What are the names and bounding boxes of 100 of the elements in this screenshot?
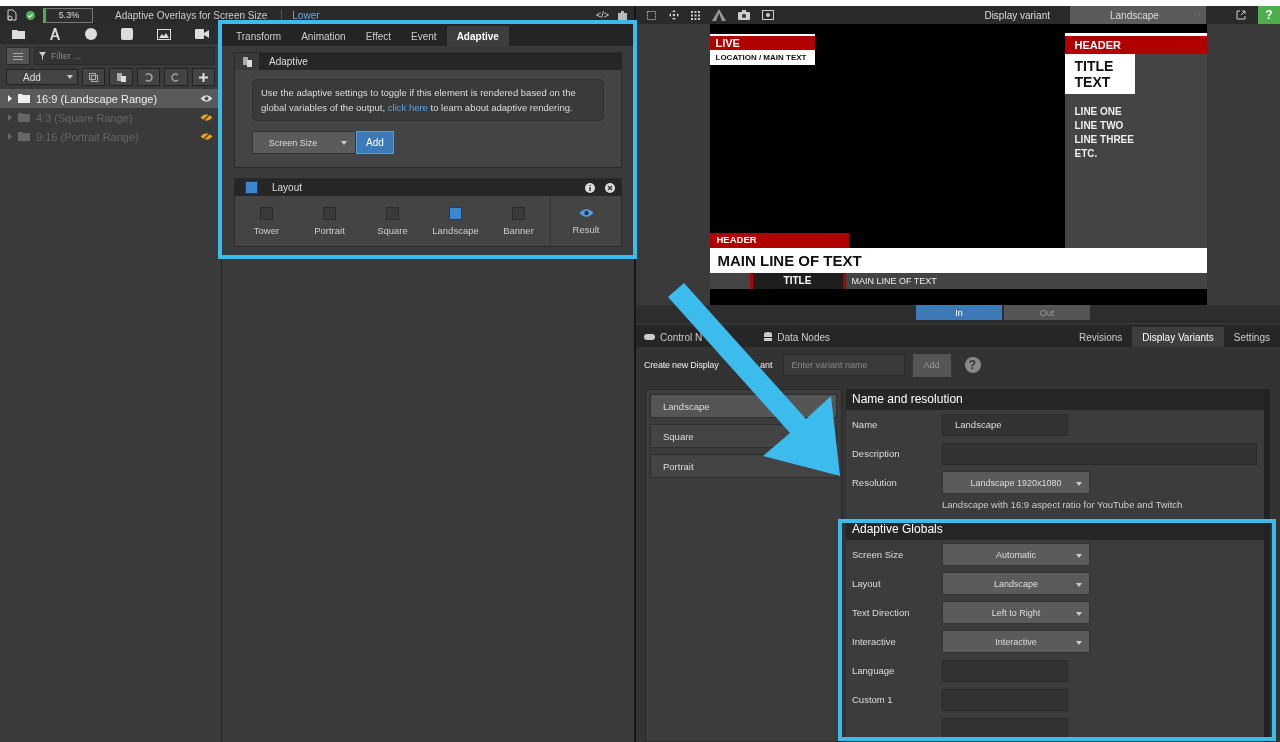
checkbox[interactable]: [386, 206, 399, 220]
frame-icon[interactable]: [646, 9, 657, 21]
undo-button[interactable]: [136, 68, 161, 86]
display-variant-dropdown[interactable]: Landscape: [1070, 6, 1206, 24]
list-view-button[interactable]: [6, 47, 30, 65]
caret-icon: [67, 75, 73, 79]
tab[interactable]: Transform: [226, 26, 292, 46]
dropdown[interactable]: Automatic: [942, 543, 1090, 566]
checkbox[interactable]: [449, 206, 462, 220]
tab[interactable]: Settings: [1223, 327, 1280, 347]
sidebar-title: TITLE TEXT: [1064, 54, 1135, 94]
redo-button[interactable]: [164, 68, 188, 86]
move-icon[interactable]: [669, 10, 679, 20]
dropdown[interactable]: Left to Right: [942, 601, 1090, 624]
tab[interactable]: Effect: [355, 26, 402, 46]
close-icon[interactable]: [605, 182, 615, 193]
screen-size-dropdown[interactable]: Screen Size: [252, 131, 356, 154]
database-icon: [764, 332, 773, 342]
option-label: Banner: [503, 224, 534, 236]
code-button[interactable]: </>: [596, 10, 609, 20]
add-dropdown[interactable]: Add: [6, 69, 78, 85]
copy-icon: [89, 72, 99, 82]
sidebar-line: ETC.: [1074, 148, 1099, 159]
list-icon: [13, 52, 23, 60]
redo-icon: [171, 72, 181, 82]
tab[interactable]: Control N: [636, 327, 705, 347]
location-text: LOCATION / MAIN TEXT: [709, 50, 815, 65]
learn-link[interactable]: click here: [387, 102, 428, 113]
create-variant-label: Create new Display: [644, 360, 720, 370]
duplicate-button[interactable]: [82, 68, 106, 86]
breadcrumb-link[interactable]: Lower: [281, 9, 320, 21]
eye-icon[interactable]: [200, 94, 213, 103]
check-icon: [26, 10, 35, 20]
grid-icon[interactable]: [691, 10, 700, 20]
checkbox[interactable]: [512, 206, 525, 220]
field-label: Screen Size: [852, 549, 905, 560]
image-icon[interactable]: [157, 28, 171, 40]
playback-button[interactable]: In: [916, 305, 1002, 320]
folder-icon: [18, 94, 30, 103]
text-field[interactable]: Landscape: [942, 413, 1068, 436]
result-label: Result: [572, 223, 600, 235]
sidebar-line: LINE ONE: [1074, 106, 1123, 117]
snapshot-icon[interactable]: [762, 10, 774, 20]
option-label: Landscape: [432, 224, 479, 236]
dropdown[interactable]: Landscape 1920x1080: [942, 471, 1090, 494]
paste-icon[interactable]: [242, 56, 252, 67]
caret-icon: [341, 140, 348, 145]
checkbox[interactable]: [245, 181, 258, 194]
folder-icon: [18, 113, 30, 122]
tab[interactable]: Adaptive: [446, 26, 509, 46]
dropdown[interactable]: Landscape: [942, 572, 1090, 595]
video-camera-icon[interactable]: [195, 29, 209, 39]
paste-button[interactable]: [109, 68, 133, 86]
hidden-eye-icon[interactable]: [200, 113, 213, 122]
field-label: Resolution: [852, 477, 898, 488]
hidden-eye-icon[interactable]: [200, 132, 213, 141]
dropdown[interactable]: Interactive: [942, 630, 1090, 653]
section-title: Name and resolution: [846, 389, 1264, 410]
add-button[interactable]: Add: [356, 131, 394, 154]
triangle-icon[interactable]: [712, 9, 726, 21]
eye-icon[interactable]: [578, 207, 594, 218]
tab[interactable]: Animation: [291, 26, 356, 46]
external-link-icon[interactable]: [1236, 10, 1246, 20]
tab[interactable]: Data Nodes: [754, 327, 841, 347]
tree-item-label: 16:9 (Landscape Range): [36, 92, 159, 105]
info-text: Use the adaptive settings to toggle if this element is rendered based on the global variables of the output, click here to learn about adaptive rendering.: [252, 79, 604, 121]
text-tool-icon[interactable]: [49, 28, 61, 40]
resolution-hint: Landscape with 16:9 aspect ratio for YouTube and Twitch: [941, 498, 1184, 512]
caret-icon: [1076, 583, 1082, 587]
funnel-icon: [39, 52, 46, 60]
tab[interactable]: Revisions: [1069, 327, 1133, 347]
field-label: Layout: [852, 578, 882, 589]
tab[interactable]: Event: [401, 26, 447, 46]
live-tag: LIVE: [709, 36, 815, 50]
text-field[interactable]: [942, 717, 1068, 740]
lower-third-main: MAIN LINE OF TEXT: [709, 248, 1207, 273]
caret-icon: [1076, 641, 1082, 645]
plus-icon: [198, 72, 208, 82]
square-icon[interactable]: [121, 28, 133, 40]
expand-arrow-icon[interactable]: [8, 95, 12, 102]
create-variant-label: ant: [760, 360, 773, 370]
caret-icon: [1076, 482, 1082, 486]
camera-icon[interactable]: [738, 10, 750, 20]
tree-item[interactable]: 16:9 (Landscape Range): [0, 89, 221, 108]
plus-button[interactable]: [191, 68, 216, 86]
folder-icon[interactable]: [12, 29, 25, 39]
option-label: Square: [377, 224, 408, 236]
sidebar-header: HEADER: [1064, 36, 1207, 54]
filter-field[interactable]: Filter ...: [34, 47, 215, 65]
field-label: Custom 1: [852, 694, 894, 705]
field-label: Interactive: [852, 636, 897, 647]
app-logo-icon[interactable]: [6, 9, 18, 21]
circle-icon[interactable]: [85, 28, 97, 40]
checkbox[interactable]: [323, 206, 336, 220]
folder-icon: [18, 132, 30, 141]
zoom-field[interactable]: 5.3%: [43, 7, 93, 23]
field-label: Description: [852, 448, 901, 459]
tab[interactable]: Display Variants: [1132, 327, 1224, 347]
checkbox[interactable]: [260, 206, 273, 220]
info-icon[interactable]: [585, 182, 595, 193]
